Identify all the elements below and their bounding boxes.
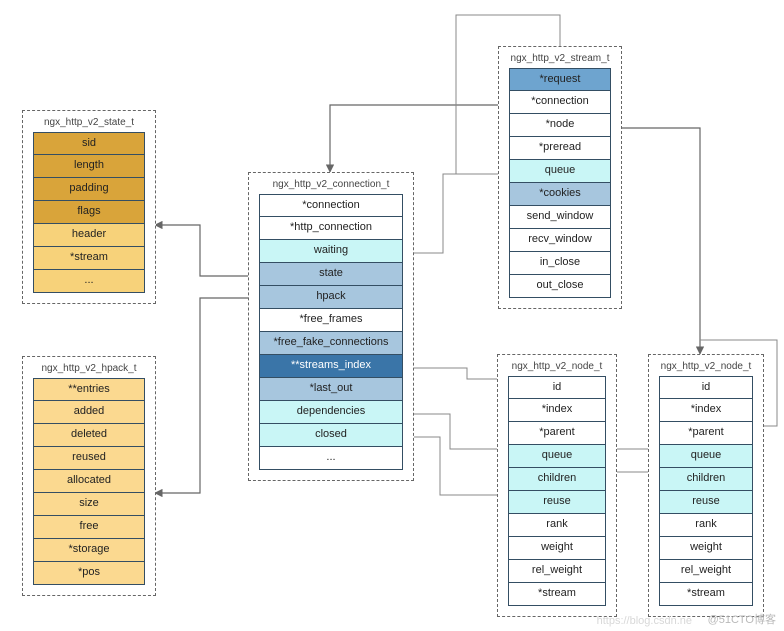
field-row: *free_fake_connections <box>259 332 403 355</box>
field-row: rel_weight <box>508 560 606 583</box>
field-row: **entries <box>33 378 145 401</box>
field-row: *last_out <box>259 378 403 401</box>
watermark-51cto: @51CTO博客 <box>708 611 776 627</box>
field-row: recv_window <box>509 229 611 252</box>
field-row: rank <box>659 514 753 537</box>
field-row: *node <box>509 114 611 137</box>
field-row: *parent <box>659 422 753 445</box>
field-row: deleted <box>33 424 145 447</box>
field-row: header <box>33 224 145 247</box>
field-row: ... <box>33 270 145 293</box>
field-row: children <box>659 468 753 491</box>
struct-rows: id*index*parentqueuechildrenreuserankwei… <box>659 376 753 606</box>
field-row: in_close <box>509 252 611 275</box>
struct-rows: sidlengthpaddingflagsheader*stream... <box>33 132 145 293</box>
field-row: queue <box>509 160 611 183</box>
field-row: *stream <box>659 583 753 606</box>
field-row: children <box>508 468 606 491</box>
field-row: **streams_index <box>259 355 403 378</box>
field-row: rank <box>508 514 606 537</box>
field-row: length <box>33 155 145 178</box>
struct-title: ngx_http_v2_connection_t <box>259 179 403 190</box>
field-row: *free_frames <box>259 309 403 332</box>
field-row: padding <box>33 178 145 201</box>
field-row: *parent <box>508 422 606 445</box>
field-row: id <box>508 376 606 399</box>
field-row: *http_connection <box>259 217 403 240</box>
struct-title: ngx_http_v2_node_t <box>508 361 606 372</box>
struct-title: ngx_http_v2_state_t <box>33 117 145 128</box>
field-row: allocated <box>33 470 145 493</box>
field-row: send_window <box>509 206 611 229</box>
struct-node-1: ngx_http_v2_node_t id*index*parentqueuec… <box>497 354 617 617</box>
struct-node-2: ngx_http_v2_node_t id*index*parentqueuec… <box>648 354 764 617</box>
field-row: reuse <box>508 491 606 514</box>
field-row: waiting <box>259 240 403 263</box>
field-row: weight <box>659 537 753 560</box>
field-row: *index <box>508 399 606 422</box>
field-row: *request <box>509 68 611 91</box>
field-row: *cookies <box>509 183 611 206</box>
field-row: id <box>659 376 753 399</box>
struct-connection: ngx_http_v2_connection_t *connection*htt… <box>248 172 414 481</box>
field-row: added <box>33 401 145 424</box>
field-row: queue <box>659 445 753 468</box>
field-row: *stream <box>508 583 606 606</box>
struct-rows: *request*connection*node*prereadqueue*co… <box>509 68 611 298</box>
field-row: queue <box>508 445 606 468</box>
field-row: dependencies <box>259 401 403 424</box>
struct-stream: ngx_http_v2_stream_t *request*connection… <box>498 46 622 309</box>
struct-title: ngx_http_v2_hpack_t <box>33 363 145 374</box>
struct-rows: *connection*http_connectionwaitingstateh… <box>259 194 403 470</box>
field-row: reuse <box>659 491 753 514</box>
field-row: free <box>33 516 145 539</box>
struct-title: ngx_http_v2_node_t <box>659 361 753 372</box>
watermark-csdn: https://blog.csdn.ne <box>597 615 692 627</box>
field-row: state <box>259 263 403 286</box>
struct-rows: **entriesaddeddeletedreusedallocatedsize… <box>33 378 145 585</box>
field-row: sid <box>33 132 145 155</box>
struct-title: ngx_http_v2_stream_t <box>509 53 611 64</box>
field-row: *connection <box>259 194 403 217</box>
field-row: *preread <box>509 137 611 160</box>
field-row: out_close <box>509 275 611 298</box>
struct-rows: id*index*parentqueuechildrenreuserankwei… <box>508 376 606 606</box>
struct-state: ngx_http_v2_state_t sidlengthpaddingflag… <box>22 110 156 304</box>
field-row: hpack <box>259 286 403 309</box>
field-row: *storage <box>33 539 145 562</box>
field-row: *pos <box>33 562 145 585</box>
field-row: rel_weight <box>659 560 753 583</box>
field-row: weight <box>508 537 606 560</box>
struct-hpack: ngx_http_v2_hpack_t **entriesaddeddelete… <box>22 356 156 596</box>
field-row: size <box>33 493 145 516</box>
field-row: closed <box>259 424 403 447</box>
field-row: flags <box>33 201 145 224</box>
field-row: *stream <box>33 247 145 270</box>
field-row: ... <box>259 447 403 470</box>
field-row: *index <box>659 399 753 422</box>
field-row: *connection <box>509 91 611 114</box>
field-row: reused <box>33 447 145 470</box>
